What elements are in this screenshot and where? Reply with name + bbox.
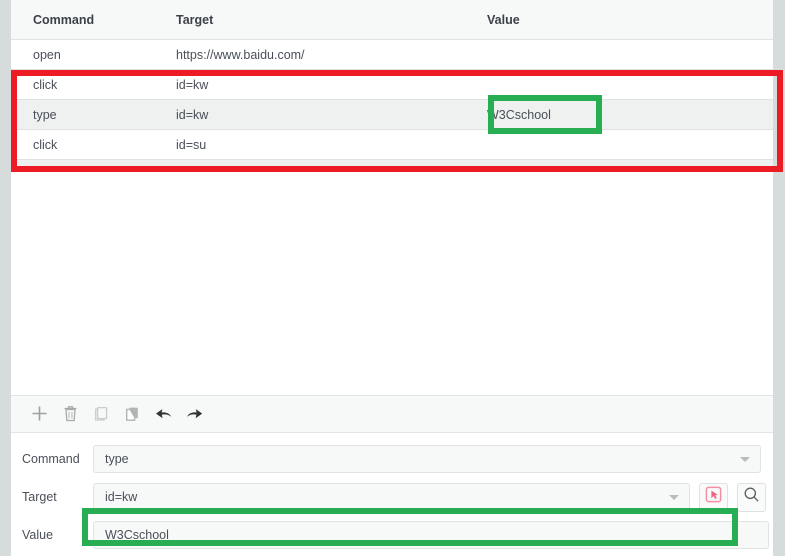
cell-target[interactable]: https://www.baidu.com/ — [166, 48, 476, 62]
paste-icon — [125, 406, 140, 422]
delete-command-button[interactable] — [55, 399, 86, 429]
table-row[interactable]: open https://www.baidu.com/ — [11, 40, 773, 70]
undo-arrow-icon — [154, 406, 173, 421]
command-table: Command Target Value open https://www.ba… — [11, 0, 773, 395]
cell-target[interactable]: id=kw — [166, 78, 476, 92]
table-row[interactable]: type id=kw W3Cschool — [11, 100, 773, 130]
form-row-value: Value W3Cschool — [11, 518, 773, 552]
value-input-value: W3Cschool — [105, 528, 169, 542]
select-target-button[interactable] — [699, 482, 728, 512]
cell-target[interactable]: id=kw — [166, 108, 476, 122]
paste-command-button[interactable] — [117, 399, 148, 429]
redo-arrow-icon — [185, 406, 204, 421]
target-select-icon — [705, 486, 722, 508]
test-editor-panel: Command Target Value open https://www.ba… — [11, 0, 773, 556]
command-detail-form: Command type Target id=kw Value W3Cschoo… — [11, 433, 773, 556]
redo-button[interactable] — [179, 399, 210, 429]
plus-icon — [31, 405, 48, 422]
cell-command[interactable]: click — [11, 138, 166, 152]
cell-value[interactable]: W3Cschool — [476, 108, 773, 122]
target-input[interactable]: id=kw — [93, 483, 690, 511]
cell-command[interactable]: type — [11, 108, 166, 122]
undo-button[interactable] — [148, 399, 179, 429]
value-input[interactable]: W3Cschool — [93, 521, 769, 549]
form-row-target: Target id=kw — [11, 480, 773, 514]
target-input-value: id=kw — [105, 490, 138, 504]
table-row[interactable]: click id=su — [11, 130, 773, 160]
value-label: Value — [22, 528, 54, 542]
find-target-button[interactable] — [737, 482, 766, 512]
editor-toolbar — [11, 394, 773, 433]
command-select-value: type — [105, 452, 129, 466]
chevron-down-icon — [740, 457, 750, 462]
chevron-down-icon — [669, 495, 679, 500]
command-label: Command — [22, 452, 80, 466]
cell-target[interactable]: id=su — [166, 138, 476, 152]
add-command-button[interactable] — [24, 399, 55, 429]
table-header-row: Command Target Value — [11, 0, 773, 40]
cell-command[interactable]: click — [11, 78, 166, 92]
search-icon — [743, 486, 760, 508]
cell-command[interactable]: open — [11, 48, 166, 62]
table-row-empty[interactable] — [11, 160, 773, 171]
trash-icon — [63, 405, 78, 422]
table-empty-area[interactable] — [11, 171, 773, 395]
table-row[interactable]: click id=kw — [11, 70, 773, 100]
target-label: Target — [22, 490, 57, 504]
copy-command-button[interactable] — [86, 399, 117, 429]
form-row-command: Command type — [11, 442, 773, 476]
copy-icon — [94, 406, 109, 422]
column-header-value[interactable]: Value — [476, 13, 773, 27]
column-header-target[interactable]: Target — [166, 13, 476, 27]
command-select[interactable]: type — [93, 445, 761, 473]
column-header-command[interactable]: Command — [11, 13, 166, 27]
